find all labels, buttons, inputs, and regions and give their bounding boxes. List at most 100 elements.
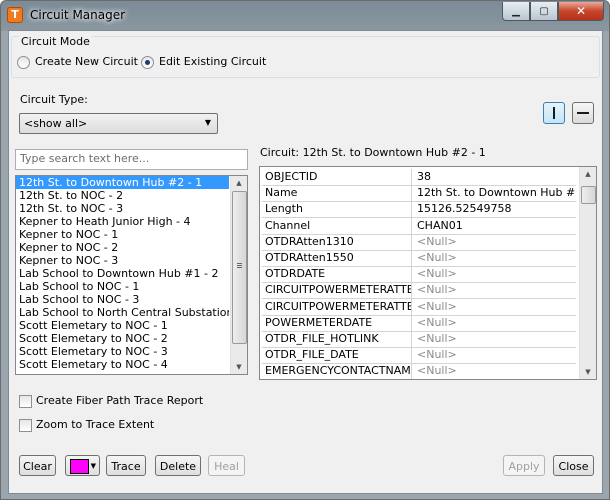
property-name: Channel	[262, 217, 412, 234]
property-row[interactable]: Length 15126.52549758	[262, 201, 576, 219]
list-item[interactable]: Lab School to NOC - 1	[16, 280, 229, 293]
property-value[interactable]: <Null>	[417, 266, 576, 282]
circuit-list-items: 12th St. to Downtown Hub #2 - 1 12th St. …	[16, 176, 247, 371]
property-row[interactable]: EMERGENCYCONTACTNAME <Null>	[262, 363, 576, 379]
scroll-up-icon[interactable]: ▲	[231, 176, 247, 190]
window-controls: ▁ ▢ ✕	[502, 2, 604, 21]
property-grid[interactable]: OBJECTID 38 Name 12th St. to Downtown Hub #…	[259, 166, 597, 380]
list-item[interactable]: Scott Elemetary to NOC - 2	[16, 332, 229, 345]
property-row[interactable]: OBJECTID 38	[262, 169, 576, 186]
search-input[interactable]	[16, 150, 244, 167]
app-icon: T	[7, 7, 23, 23]
property-value[interactable]: <Null>	[417, 250, 576, 266]
title-bar[interactable]: T Circuit Manager ▁ ▢ ✕	[1, 1, 609, 29]
close-button[interactable]: Close	[553, 455, 594, 476]
chevron-down-icon: ▼	[90, 462, 96, 470]
property-name: OTDRDATE	[262, 266, 412, 283]
apply-button[interactable]: Apply	[503, 455, 545, 476]
property-row[interactable]: OTDR_FILE_HOTLINK <Null>	[262, 331, 576, 348]
property-scroll-thumb[interactable]	[581, 186, 596, 204]
property-row[interactable]: Channel CHAN01	[262, 217, 576, 235]
property-name: CIRCUITPOWERMETERATTEN	[262, 298, 412, 315]
horizontal-layout-toggle[interactable]	[572, 102, 594, 124]
property-row[interactable]: OTDRAtten1550 <Null>	[262, 250, 576, 267]
zoom-extent-checkbox[interactable]	[19, 419, 32, 432]
window-title: Circuit Manager	[30, 8, 126, 22]
scroll-up-icon[interactable]: ▲	[580, 167, 596, 181]
close-icon: ✕	[575, 4, 587, 18]
list-item[interactable]: Scott Elemetary to NOC - 3	[16, 345, 229, 358]
vertical-bar-icon	[553, 107, 555, 119]
property-row[interactable]: CIRCUITPOWERMETERATTEN <Null>	[262, 298, 576, 316]
circuit-list[interactable]: 12th St. to Downtown Hub #2 - 1 12th St. …	[15, 175, 248, 375]
trace-color-picker[interactable]: ▼	[65, 455, 100, 476]
property-name: OTDRAtten1550	[262, 250, 412, 266]
vertical-layout-toggle[interactable]	[543, 102, 565, 124]
grip-line	[237, 265, 242, 266]
scroll-down-icon[interactable]: ▼	[231, 360, 247, 374]
property-value[interactable]: <Null>	[417, 363, 576, 379]
close-window-button[interactable]: ✕	[558, 2, 604, 21]
property-row[interactable]: OTDRDATE <Null>	[262, 266, 576, 284]
chevron-down-icon: ▼	[204, 118, 211, 127]
heal-button[interactable]: Heal	[208, 455, 245, 476]
list-scrollbar[interactable]: ▲ ▼	[230, 176, 247, 374]
edit-existing-circuit-label[interactable]: Edit Existing Circuit	[159, 55, 266, 68]
list-item[interactable]: Kepner to NOC - 1	[16, 228, 229, 241]
property-value[interactable]: CHAN01	[417, 218, 576, 234]
horizontal-bar-icon	[577, 112, 589, 114]
dialog-body: Circuit Mode Create New Circuit Edit Exi…	[8, 30, 603, 494]
property-name: OBJECTID	[262, 169, 412, 185]
property-row[interactable]: POWERMETERDATE <Null>	[262, 314, 576, 332]
create-new-circuit-radio[interactable]	[17, 56, 30, 69]
property-row[interactable]: OTDR_FILE_DATE <Null>	[262, 347, 576, 365]
list-item[interactable]: 12th St. to Downtown Hub #2 - 1	[16, 176, 229, 189]
zoom-extent-label[interactable]: Zoom to Trace Extent	[36, 418, 154, 431]
fiber-report-label[interactable]: Create Fiber Path Trace Report	[36, 394, 203, 407]
edit-existing-circuit-radio[interactable]	[141, 56, 154, 69]
maximize-button[interactable]: ▢	[530, 2, 558, 21]
clear-button[interactable]: Clear	[19, 455, 56, 476]
property-row[interactable]: OTDRAtten1310 <Null>	[262, 233, 576, 251]
property-value[interactable]: <Null>	[417, 347, 576, 363]
list-item[interactable]: Lab School to North Central Substation -…	[16, 306, 229, 319]
property-value[interactable]: <Null>	[417, 234, 576, 250]
list-item[interactable]: Kepner to NOC - 2	[16, 241, 229, 254]
property-name: OTDR_FILE_HOTLINK	[262, 331, 412, 347]
circuit-type-label: Circuit Type:	[20, 93, 88, 106]
property-value[interactable]: <Null>	[417, 315, 576, 331]
search-box[interactable]	[15, 149, 248, 170]
property-scrollbar[interactable]: ▲ ▼	[579, 167, 596, 379]
delete-button[interactable]: Delete	[155, 455, 201, 476]
property-name: CIRCUITPOWERMETERATTEN	[262, 282, 412, 299]
list-item[interactable]: Scott Elemetary to NOC - 1	[16, 319, 229, 332]
list-item[interactable]: Kepner to NOC - 3	[16, 254, 229, 267]
property-row[interactable]: CIRCUITPOWERMETERATTEN <Null>	[262, 282, 576, 300]
grip-icon	[237, 263, 242, 264]
circuit-type-select[interactable]: <show all> ▼	[19, 113, 218, 134]
create-new-circuit-label[interactable]: Create New Circuit	[35, 55, 138, 68]
list-scroll-thumb[interactable]	[232, 191, 247, 344]
list-item[interactable]: 12th St. to NOC - 2	[16, 189, 229, 202]
list-item[interactable]: 12th St. to NOC - 3	[16, 202, 229, 215]
minimize-icon: ▁	[512, 5, 520, 17]
property-name: Name	[262, 185, 412, 202]
property-value[interactable]: 15126.52549758	[417, 201, 576, 217]
property-row[interactable]: Name 12th St. to Downtown Hub #2 - 1	[262, 185, 576, 203]
list-item[interactable]: Lab School to Downtown Hub #1 - 2	[16, 267, 229, 280]
fiber-report-checkbox[interactable]	[19, 395, 32, 408]
minimize-button[interactable]: ▁	[502, 2, 530, 21]
property-value[interactable]: <Null>	[417, 282, 576, 298]
list-item[interactable]: Scott Elemetary to NOC - 4	[16, 358, 229, 371]
property-name: EMERGENCYCONTACTNAME	[262, 363, 412, 379]
property-value[interactable]: 38	[417, 169, 576, 185]
property-value[interactable]: 12th St. to Downtown Hub #2 - 1	[417, 185, 576, 201]
list-item[interactable]: Kepner to Heath Junior High - 4	[16, 215, 229, 228]
scroll-down-icon[interactable]: ▼	[580, 365, 596, 379]
property-name: POWERMETERDATE	[262, 314, 412, 331]
property-value[interactable]: <Null>	[417, 331, 576, 347]
list-item[interactable]: Lab School to NOC - 3	[16, 293, 229, 306]
trace-button[interactable]: Trace	[106, 455, 146, 476]
color-swatch	[70, 459, 89, 474]
property-value[interactable]: <Null>	[417, 299, 576, 315]
